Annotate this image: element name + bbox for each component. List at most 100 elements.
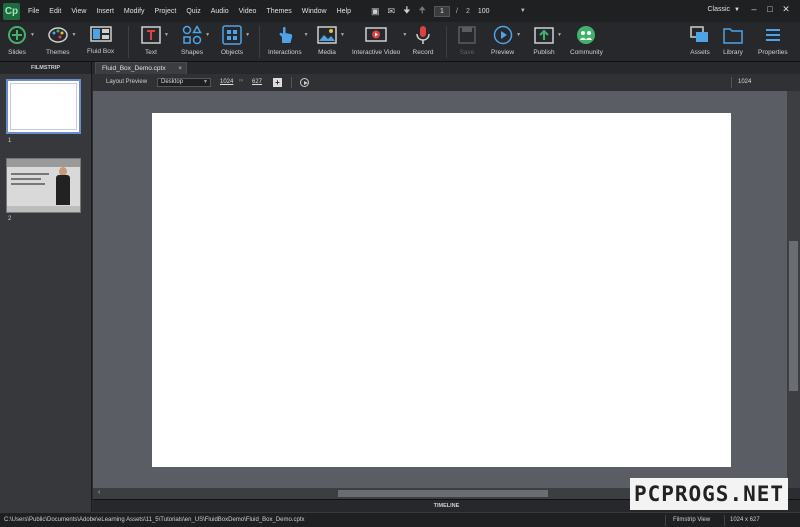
video-icon: [365, 24, 387, 46]
interactions-label: Interactions: [268, 49, 302, 56]
watermark: PCPROGS.NET: [630, 478, 788, 510]
layout-preview-bar: Layout Preview Desktop ▼ 1024 ∞ 627 + 10…: [93, 74, 800, 91]
arrow-up-icon[interactable]: 🠉: [419, 3, 426, 19]
text-icon: [140, 24, 162, 46]
maximize-icon[interactable]: □: [762, 4, 778, 15]
toolbar-divider: [259, 26, 260, 58]
image-icon: [316, 24, 338, 46]
app-logo: Cp: [3, 2, 20, 20]
assets-button[interactable]: Assets: [689, 24, 711, 56]
slide-thumbnail-1[interactable]: [6, 79, 81, 134]
current-slide-field[interactable]: 1: [434, 5, 450, 17]
zoom-level[interactable]: 100: [478, 8, 498, 15]
menu-quiz[interactable]: Quiz: [186, 8, 200, 15]
menu-view[interactable]: View: [71, 8, 86, 15]
fluid-box-button[interactable]: Fluid Box: [87, 23, 114, 55]
chevron-down-icon: ▼: [402, 32, 408, 38]
slide-text-line: [11, 178, 41, 180]
device-select[interactable]: Desktop ▼: [157, 78, 211, 87]
slide-number: 2: [8, 216, 12, 222]
slide-separator: /: [456, 7, 458, 15]
interactive-video-button[interactable]: ▼ Interactive Video: [352, 24, 407, 56]
menu-bar: Cp File Edit View Insert Modify Project …: [0, 0, 800, 22]
link-icon[interactable]: ∞: [239, 78, 243, 84]
chevron-down-icon: ▼: [30, 32, 35, 38]
slide-preview-blank: [10, 83, 77, 130]
media-label: Media: [318, 49, 336, 56]
menu-file[interactable]: File: [28, 8, 39, 15]
objects-button[interactable]: ▼ Objects: [221, 24, 250, 56]
chevron-down-icon: ▼: [303, 32, 309, 38]
toolbar-divider: [446, 26, 447, 58]
menu-help[interactable]: Help: [337, 8, 351, 15]
menu-edit[interactable]: Edit: [49, 8, 61, 15]
interactions-button[interactable]: ▼ Interactions: [268, 24, 309, 56]
status-divider: [665, 515, 666, 526]
scroll-left-icon[interactable]: ‹: [98, 489, 100, 496]
record-button[interactable]: Record: [412, 24, 434, 56]
play-icon[interactable]: [300, 78, 309, 87]
workspace-switcher[interactable]: Classic ▼: [707, 6, 740, 13]
themes-label: Themes: [46, 49, 70, 56]
stage-area: [93, 91, 787, 488]
arrow-down-icon[interactable]: 🠋: [403, 3, 410, 19]
chevron-down-icon[interactable]: ▼: [520, 8, 526, 14]
slide-thumbnail-2[interactable]: [6, 158, 81, 213]
community-button[interactable]: Community: [570, 24, 603, 56]
slide-canvas[interactable]: [152, 113, 731, 467]
slide-number: 1: [8, 138, 12, 144]
menu-insert[interactable]: Insert: [96, 8, 114, 15]
menu-project[interactable]: Project: [155, 8, 177, 15]
chevron-down-icon: ▼: [205, 32, 211, 38]
community-label: Community: [570, 49, 603, 56]
text-button[interactable]: ▼ Text: [140, 24, 169, 56]
publish-icon: [533, 24, 555, 46]
publish-button[interactable]: ▼ Publish: [533, 24, 562, 56]
assets-icon: [689, 24, 711, 46]
minimize-icon[interactable]: –: [746, 4, 762, 15]
height-field[interactable]: 627: [252, 79, 262, 85]
fluid-box-label: Fluid Box: [87, 48, 115, 55]
play-circle-icon: [492, 24, 514, 46]
library-label: Library: [723, 49, 743, 56]
document-tab[interactable]: Fluid_Box_Demo.cptx ×: [95, 62, 187, 74]
add-breakpoint-icon[interactable]: +: [273, 78, 282, 87]
vertical-scroll-thumb[interactable]: [789, 241, 798, 391]
close-icon[interactable]: ✕: [778, 4, 794, 15]
view-mode: Filmstrip View: [673, 517, 711, 523]
shapes-button[interactable]: ▼ Shapes: [181, 24, 210, 56]
monitor-icon[interactable]: ▣: [371, 6, 380, 17]
menu-themes[interactable]: Themes: [266, 8, 291, 15]
fluid-box-icon: [89, 23, 112, 45]
document-tab-label: Fluid_Box_Demo.cptx: [102, 65, 166, 72]
properties-button[interactable]: Properties: [758, 24, 788, 56]
text-label: Text: [145, 49, 157, 56]
ruler-marker: [731, 77, 732, 88]
menu-modify[interactable]: Modify: [124, 8, 145, 15]
menu-toolbar: ▣ ✉ 🠋 🠉 1 / 2 100 ▼: [371, 3, 526, 19]
filmstrip-panel: 1 2: [0, 74, 92, 512]
save-button[interactable]: Save: [456, 24, 478, 56]
preview-button[interactable]: ▼ Preview: [491, 24, 521, 56]
width-field[interactable]: 1024: [220, 79, 233, 85]
menu-window[interactable]: Window: [302, 8, 327, 15]
horizontal-scroll-thumb[interactable]: [338, 490, 548, 497]
themes-button[interactable]: ▼ Themes: [46, 24, 76, 56]
vertical-scrollbar[interactable]: [787, 91, 800, 488]
menu-video[interactable]: Video: [239, 8, 257, 15]
chevron-down-icon: ▼: [734, 7, 740, 13]
window-controls: – □ ✕: [746, 4, 794, 15]
publish-label: Publish: [533, 49, 555, 56]
chevron-down-icon: ▼: [164, 32, 169, 38]
document-tab-row: Fluid_Box_Demo.cptx ×: [93, 62, 800, 74]
file-path: C:\Users\Public\Documents\Adobe\eLearnin…: [4, 517, 305, 523]
ruler-value: 1024: [738, 79, 752, 85]
layout-preview-label: Layout Preview: [106, 79, 148, 85]
library-button[interactable]: Library: [722, 24, 744, 56]
slides-button[interactable]: ▼ Slides: [6, 24, 35, 56]
media-button[interactable]: ▼ Media: [316, 24, 345, 56]
mail-icon[interactable]: ✉: [388, 6, 396, 17]
device-select-value: Desktop: [161, 79, 184, 85]
main-toolbar: ▼ Slides ▼ Themes Fluid Box ▼ Text ▼ Sha…: [0, 22, 800, 62]
menu-audio[interactable]: Audio: [211, 8, 229, 15]
